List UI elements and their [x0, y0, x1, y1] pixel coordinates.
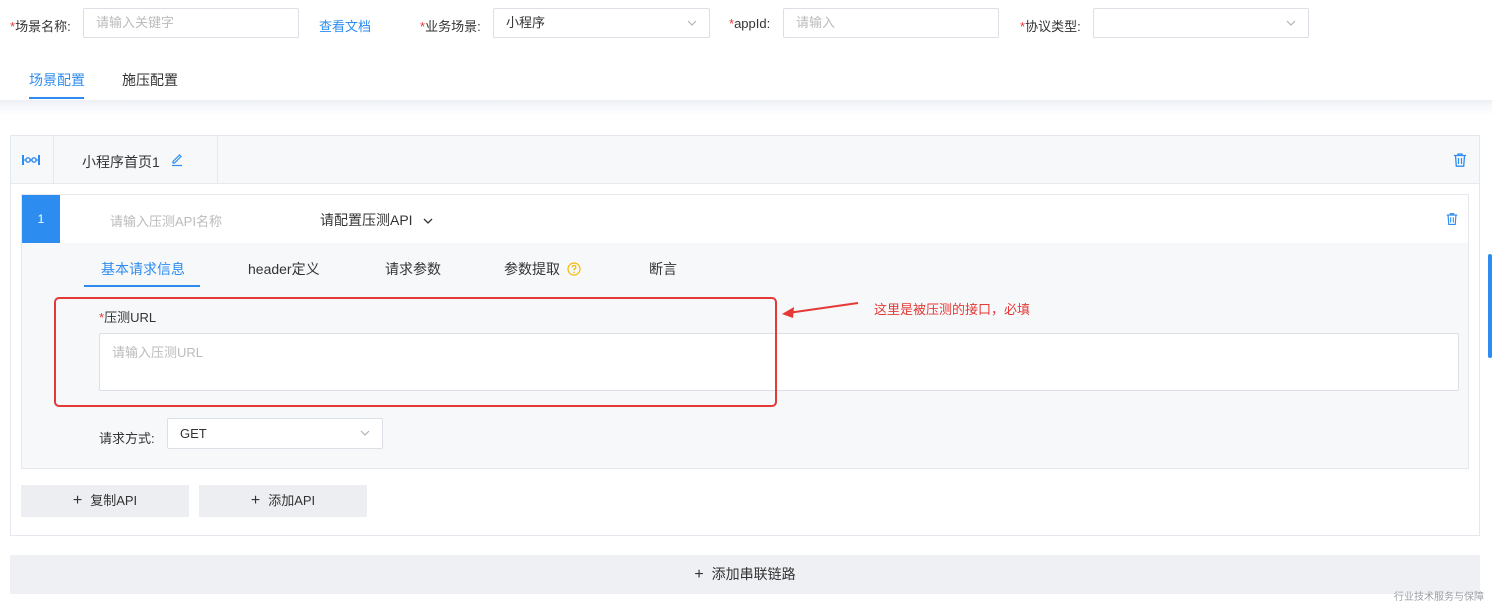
watermark: 行业技术服务与保障 [1394, 592, 1484, 603]
delete-api-icon[interactable] [1445, 212, 1459, 226]
api-name-input[interactable]: 请输入压测API名称 [110, 211, 222, 230]
api-config-dropdown[interactable]: 请配置压测API [320, 210, 434, 230]
method-select[interactable]: GET [167, 418, 383, 449]
chevron-down-icon [687, 20, 697, 26]
plus-icon: + [72, 492, 83, 509]
view-docs-link[interactable]: 查看文档 [319, 16, 371, 35]
appid-input[interactable]: 请输入 [783, 8, 999, 38]
question-circle-icon[interactable] [567, 262, 581, 276]
delete-chain-icon[interactable] [1452, 152, 1468, 168]
protocol-select[interactable] [1093, 8, 1309, 38]
tab-scene-config[interactable]: 场景配置 [29, 70, 85, 90]
protocol-label: *协议类型: [1020, 19, 1081, 34]
business-scene-value: 小程序 [506, 15, 546, 30]
param-extract-label: 参数提取 [504, 261, 560, 277]
chain-link-icon[interactable] [21, 152, 41, 168]
method-label: 请求方式: [99, 431, 155, 446]
scene-name-input[interactable]: 请输入关键字 [83, 8, 299, 38]
annotation-arrow [782, 302, 859, 318]
business-scene-select[interactable]: 小程序 [493, 8, 710, 38]
highlight-box [54, 297, 777, 407]
chain-title-divider [53, 136, 54, 183]
method-value: GET [180, 426, 207, 441]
chain-title-divider-right [217, 136, 218, 183]
chain-card-header: 小程序首页1 [11, 136, 1479, 184]
copy-api-button[interactable]: + 复制API [21, 485, 189, 517]
side-scroll-handle[interactable] [1488, 254, 1492, 358]
chevron-down-icon [424, 218, 433, 225]
tab-basic-request[interactable]: 基本请求信息 [101, 259, 185, 279]
appid-label: *appId: [729, 16, 771, 31]
tab-param-extract[interactable]: 参数提取 [504, 259, 581, 279]
chevron-down-icon [360, 430, 370, 436]
api-header: 1 请输入压测API名称 请配置压测API [22, 195, 1468, 243]
plus-icon: + [250, 492, 261, 509]
tab-header-definition[interactable]: header定义 [248, 259, 320, 279]
tab-pressure-config[interactable]: 施压配置 [122, 70, 178, 90]
header-divider [0, 100, 1492, 116]
plus-icon: + [694, 566, 704, 583]
tab-assertion[interactable]: 断言 [649, 259, 677, 279]
scene-name-label: *场景名称: [10, 19, 71, 34]
active-subtab-indicator [84, 285, 200, 287]
add-chain-button[interactable]: + 添加串联链路 [10, 555, 1480, 594]
api-index-badge: 1 [22, 195, 60, 243]
chevron-down-icon [1286, 20, 1296, 26]
add-api-button[interactable]: + 添加API [199, 485, 367, 517]
business-scene-label: *业务场景: [420, 19, 481, 34]
chain-title: 小程序首页1 [82, 154, 160, 170]
annotation-text: 这里是被压测的接口，必填 [874, 302, 1031, 317]
edit-icon[interactable] [170, 153, 184, 167]
tab-request-params[interactable]: 请求参数 [385, 259, 441, 279]
api-config-label: 请配置压测API [320, 212, 413, 228]
active-tab-indicator [29, 97, 84, 99]
